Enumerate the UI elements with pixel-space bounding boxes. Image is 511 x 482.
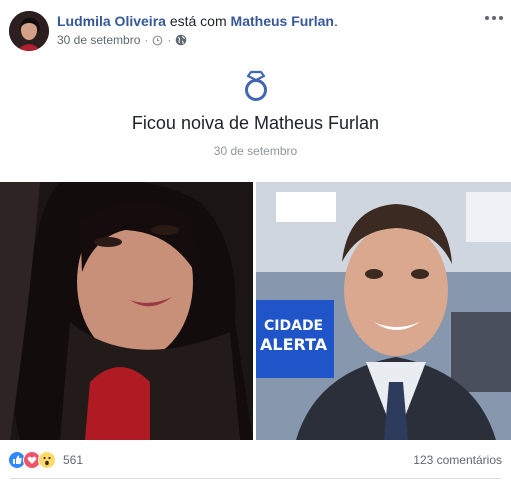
with-text: está com (165, 13, 231, 29)
photo-grid: CIDADE ALERTA (0, 182, 511, 440)
life-event: Ficou noiva de Matheus Furlan 30 de sete… (0, 70, 511, 158)
photo-woman[interactable] (0, 182, 253, 440)
clock-icon (152, 35, 163, 45)
post-author-line: Ludmila Oliveira está com Matheus Furlan… (57, 12, 338, 30)
meta-separator-2: · (167, 33, 172, 47)
more-options-button[interactable] (483, 10, 505, 26)
photo-man[interactable]: CIDADE ALERTA (256, 182, 511, 440)
more-dot-icon (492, 16, 496, 20)
svg-text:ALERTA: ALERTA (260, 335, 328, 354)
reaction-count: 561 (63, 453, 84, 467)
post-date-link[interactable]: 30 de setembro (57, 33, 140, 47)
more-dot-icon (499, 16, 503, 20)
post-footer: 561 123 comentários (0, 444, 511, 476)
footer-divider (10, 478, 501, 479)
comments-count-link[interactable]: 123 comentários (413, 453, 502, 467)
period: . (334, 13, 338, 29)
meta-separator: · (144, 33, 149, 47)
author-name-link[interactable]: Ludmila Oliveira (57, 13, 166, 29)
life-event-title: Ficou noiva de Matheus Furlan (131, 113, 380, 133)
engagement-ring-icon (244, 70, 267, 101)
avatar[interactable] (9, 11, 49, 51)
post-header: Ludmila Oliveira está com Matheus Furlan… (0, 0, 511, 60)
more-dot-icon (485, 16, 489, 20)
globe-icon[interactable] (175, 34, 187, 46)
wow-icon (38, 451, 56, 469)
tagged-person-link[interactable]: Matheus Furlan (231, 13, 334, 29)
svg-text:CIDADE: CIDADE (264, 318, 323, 334)
reactions-summary[interactable]: 561 (8, 451, 83, 469)
life-event-date: 30 de setembro (213, 144, 298, 158)
post-meta: 30 de setembro · · (57, 33, 187, 47)
